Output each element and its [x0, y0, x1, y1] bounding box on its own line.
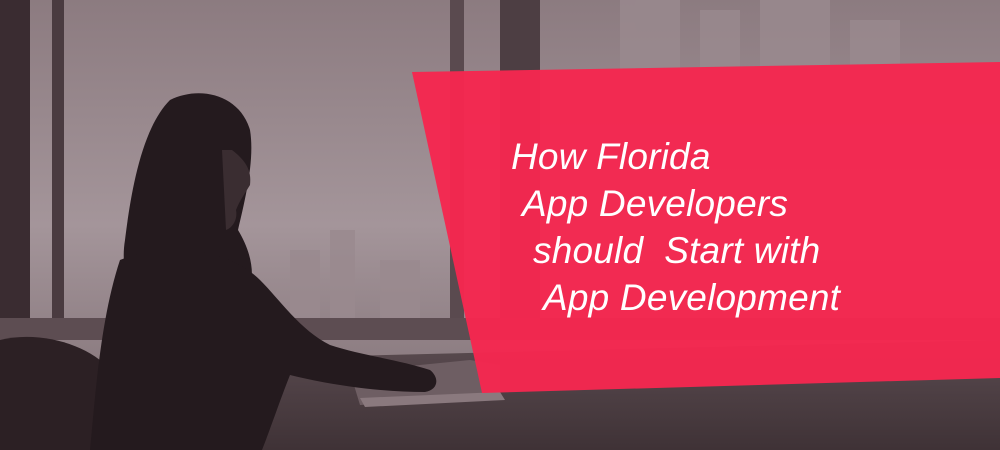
- hero-banner: How Florida App Developers should Start …: [0, 0, 1000, 450]
- headline-panel: [412, 62, 1000, 393]
